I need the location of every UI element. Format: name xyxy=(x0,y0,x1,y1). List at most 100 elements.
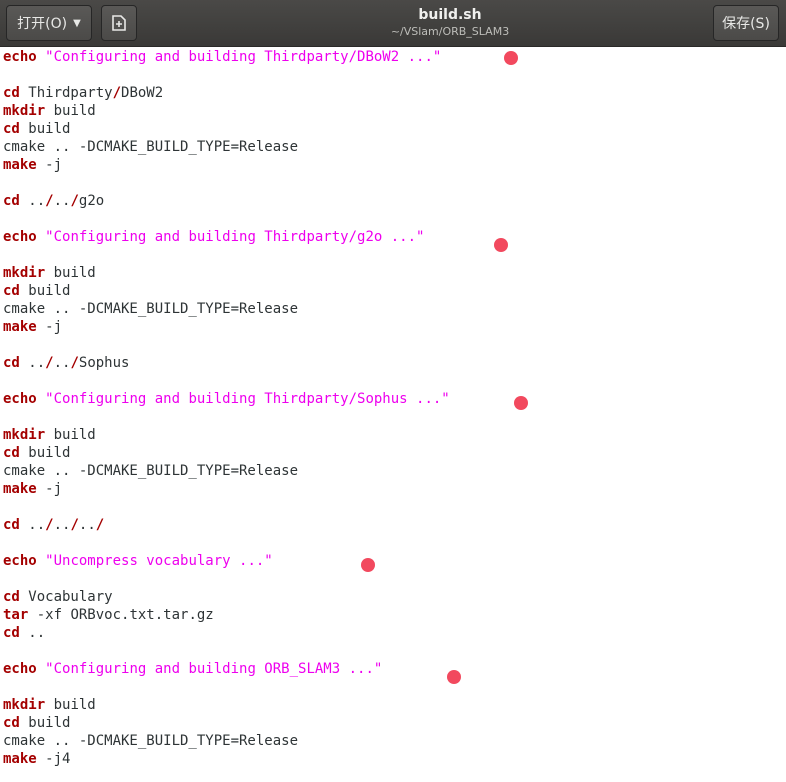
keyword: cd xyxy=(3,715,20,731)
code-line: cd .. xyxy=(3,624,45,642)
header-bar: 打开(O) ▼ build.sh ~/VSlam/ORB_SLAM3 保存(S) xyxy=(0,0,786,47)
keyword: mkdir xyxy=(3,103,46,119)
marker-dot xyxy=(504,51,518,65)
open-button[interactable]: 打开(O) ▼ xyxy=(6,5,92,41)
keyword: echo xyxy=(3,49,37,65)
code-line: cmake .. -DCMAKE_BUILD_TYPE=Release xyxy=(3,462,298,480)
code-line: echo "Configuring and building Thirdpart… xyxy=(3,390,450,408)
keyword: cd xyxy=(3,445,20,461)
code-text: .. xyxy=(19,193,46,209)
code-text: .. xyxy=(19,355,46,371)
code-text: build xyxy=(19,283,71,299)
code-text: -j xyxy=(36,157,63,173)
keyword: make xyxy=(3,319,37,335)
code-line: make -j xyxy=(3,318,62,336)
keyword: make xyxy=(3,751,37,767)
code-text: cmake .. -DCMAKE_BUILD_TYPE=Release xyxy=(3,463,299,479)
code-text: .. xyxy=(78,517,96,533)
keyword: cd xyxy=(3,85,20,101)
code-line: echo "Configuring and building Thirdpart… xyxy=(3,48,441,66)
code-text: .. xyxy=(53,193,71,209)
code-text: / xyxy=(70,355,79,371)
code-text: build xyxy=(19,121,71,137)
string-literal: "Configuring and building Thirdparty/Sop… xyxy=(45,391,450,407)
code-line: cmake .. -DCMAKE_BUILD_TYPE=Release xyxy=(3,732,298,750)
keyword: mkdir xyxy=(3,265,46,281)
keyword: cd xyxy=(3,121,20,137)
code-line: cd build xyxy=(3,444,70,462)
code-text: build xyxy=(45,265,96,281)
file-name: build.sh xyxy=(418,7,482,23)
code-text: Sophus xyxy=(78,355,130,371)
code-line: echo "Uncompress vocabulary ..." xyxy=(3,552,273,570)
chevron-down-icon: ▼ xyxy=(73,17,81,29)
code-text: / xyxy=(45,517,54,533)
keyword: tar xyxy=(3,607,29,623)
code-text: build xyxy=(45,427,96,443)
keyword: echo xyxy=(3,553,37,569)
code-text: Thirdparty xyxy=(19,85,113,101)
code-text: .. xyxy=(19,625,46,641)
keyword: cd xyxy=(3,283,20,299)
marker-dot xyxy=(494,238,508,252)
code-text: -j4 xyxy=(36,751,71,767)
keyword: cd xyxy=(3,517,20,533)
new-document-button[interactable] xyxy=(101,5,137,41)
code-line: mkdir build xyxy=(3,264,96,282)
code-text: / xyxy=(70,193,79,209)
open-label: 打开(O) xyxy=(17,16,68,32)
code-line: cmake .. -DCMAKE_BUILD_TYPE=Release xyxy=(3,300,298,318)
code-text: / xyxy=(95,517,105,533)
code-text: -j xyxy=(36,319,63,335)
new-document-icon xyxy=(112,15,126,31)
keyword: make xyxy=(3,481,37,497)
keyword: cd xyxy=(3,355,20,371)
code-line: make -j xyxy=(3,480,62,498)
code-text: .. xyxy=(53,355,71,371)
text-editor[interactable]: make -j4 cmake .. -DCMAKE_BUILD_TYPE=Rele… xyxy=(0,47,786,782)
save-button[interactable]: 保存(S) xyxy=(713,5,779,41)
string-literal: "Configuring and building Thirdparty/g2o… xyxy=(45,229,425,245)
code-line: make -j xyxy=(3,156,62,174)
keyword: cd xyxy=(3,589,20,605)
code-line: cmake .. -DCMAKE_BUILD_TYPE=Release xyxy=(3,138,298,156)
code-line: cd build xyxy=(3,282,70,300)
marker-dot xyxy=(447,670,461,684)
code-text: / xyxy=(45,355,54,371)
code-line: mkdir build xyxy=(3,426,96,444)
keyword: cd xyxy=(3,625,20,641)
code-text: build xyxy=(45,103,96,119)
code-text: g2o xyxy=(78,193,105,209)
code-text: cmake .. -DCMAKE_BUILD_TYPE=Release xyxy=(3,139,299,155)
code-text: build xyxy=(19,445,71,461)
code-line: cd ../../../ xyxy=(3,516,104,534)
code-line: cd Thirdparty/DBoW2 xyxy=(3,84,163,102)
keyword: echo xyxy=(3,229,37,245)
code-line: mkdir build xyxy=(3,696,96,714)
code-text: -xf ORBvoc.txt.tar.gz xyxy=(28,607,214,623)
code-text: .. xyxy=(53,517,71,533)
code-text: / xyxy=(112,85,122,101)
code-text: -j xyxy=(36,481,63,497)
marker-dot xyxy=(361,558,375,572)
code-text: / xyxy=(70,517,79,533)
keyword: cd xyxy=(3,193,20,209)
code-text: DBoW2 xyxy=(121,85,164,101)
code-text: cmake .. -DCMAKE_BUILD_TYPE=Release xyxy=(3,301,299,317)
keyword: mkdir xyxy=(3,697,46,713)
marker-dot xyxy=(514,396,528,410)
string-literal: "Configuring and building ORB_SLAM3 ..." xyxy=(45,661,383,677)
code-text: .. xyxy=(19,517,46,533)
code-line: cd ../../g2o xyxy=(3,192,104,210)
code-line: make -j4 xyxy=(3,750,70,768)
code-line: echo "Configuring and building ORB_SLAM3… xyxy=(3,660,382,678)
code-text: build xyxy=(19,715,71,731)
code-line: mkdir build xyxy=(3,102,96,120)
window-title: build.sh ~/VSlam/ORB_SLAM3 xyxy=(300,6,600,39)
code-line: cd Vocabulary xyxy=(3,588,113,606)
code-line: cd build xyxy=(3,714,70,732)
